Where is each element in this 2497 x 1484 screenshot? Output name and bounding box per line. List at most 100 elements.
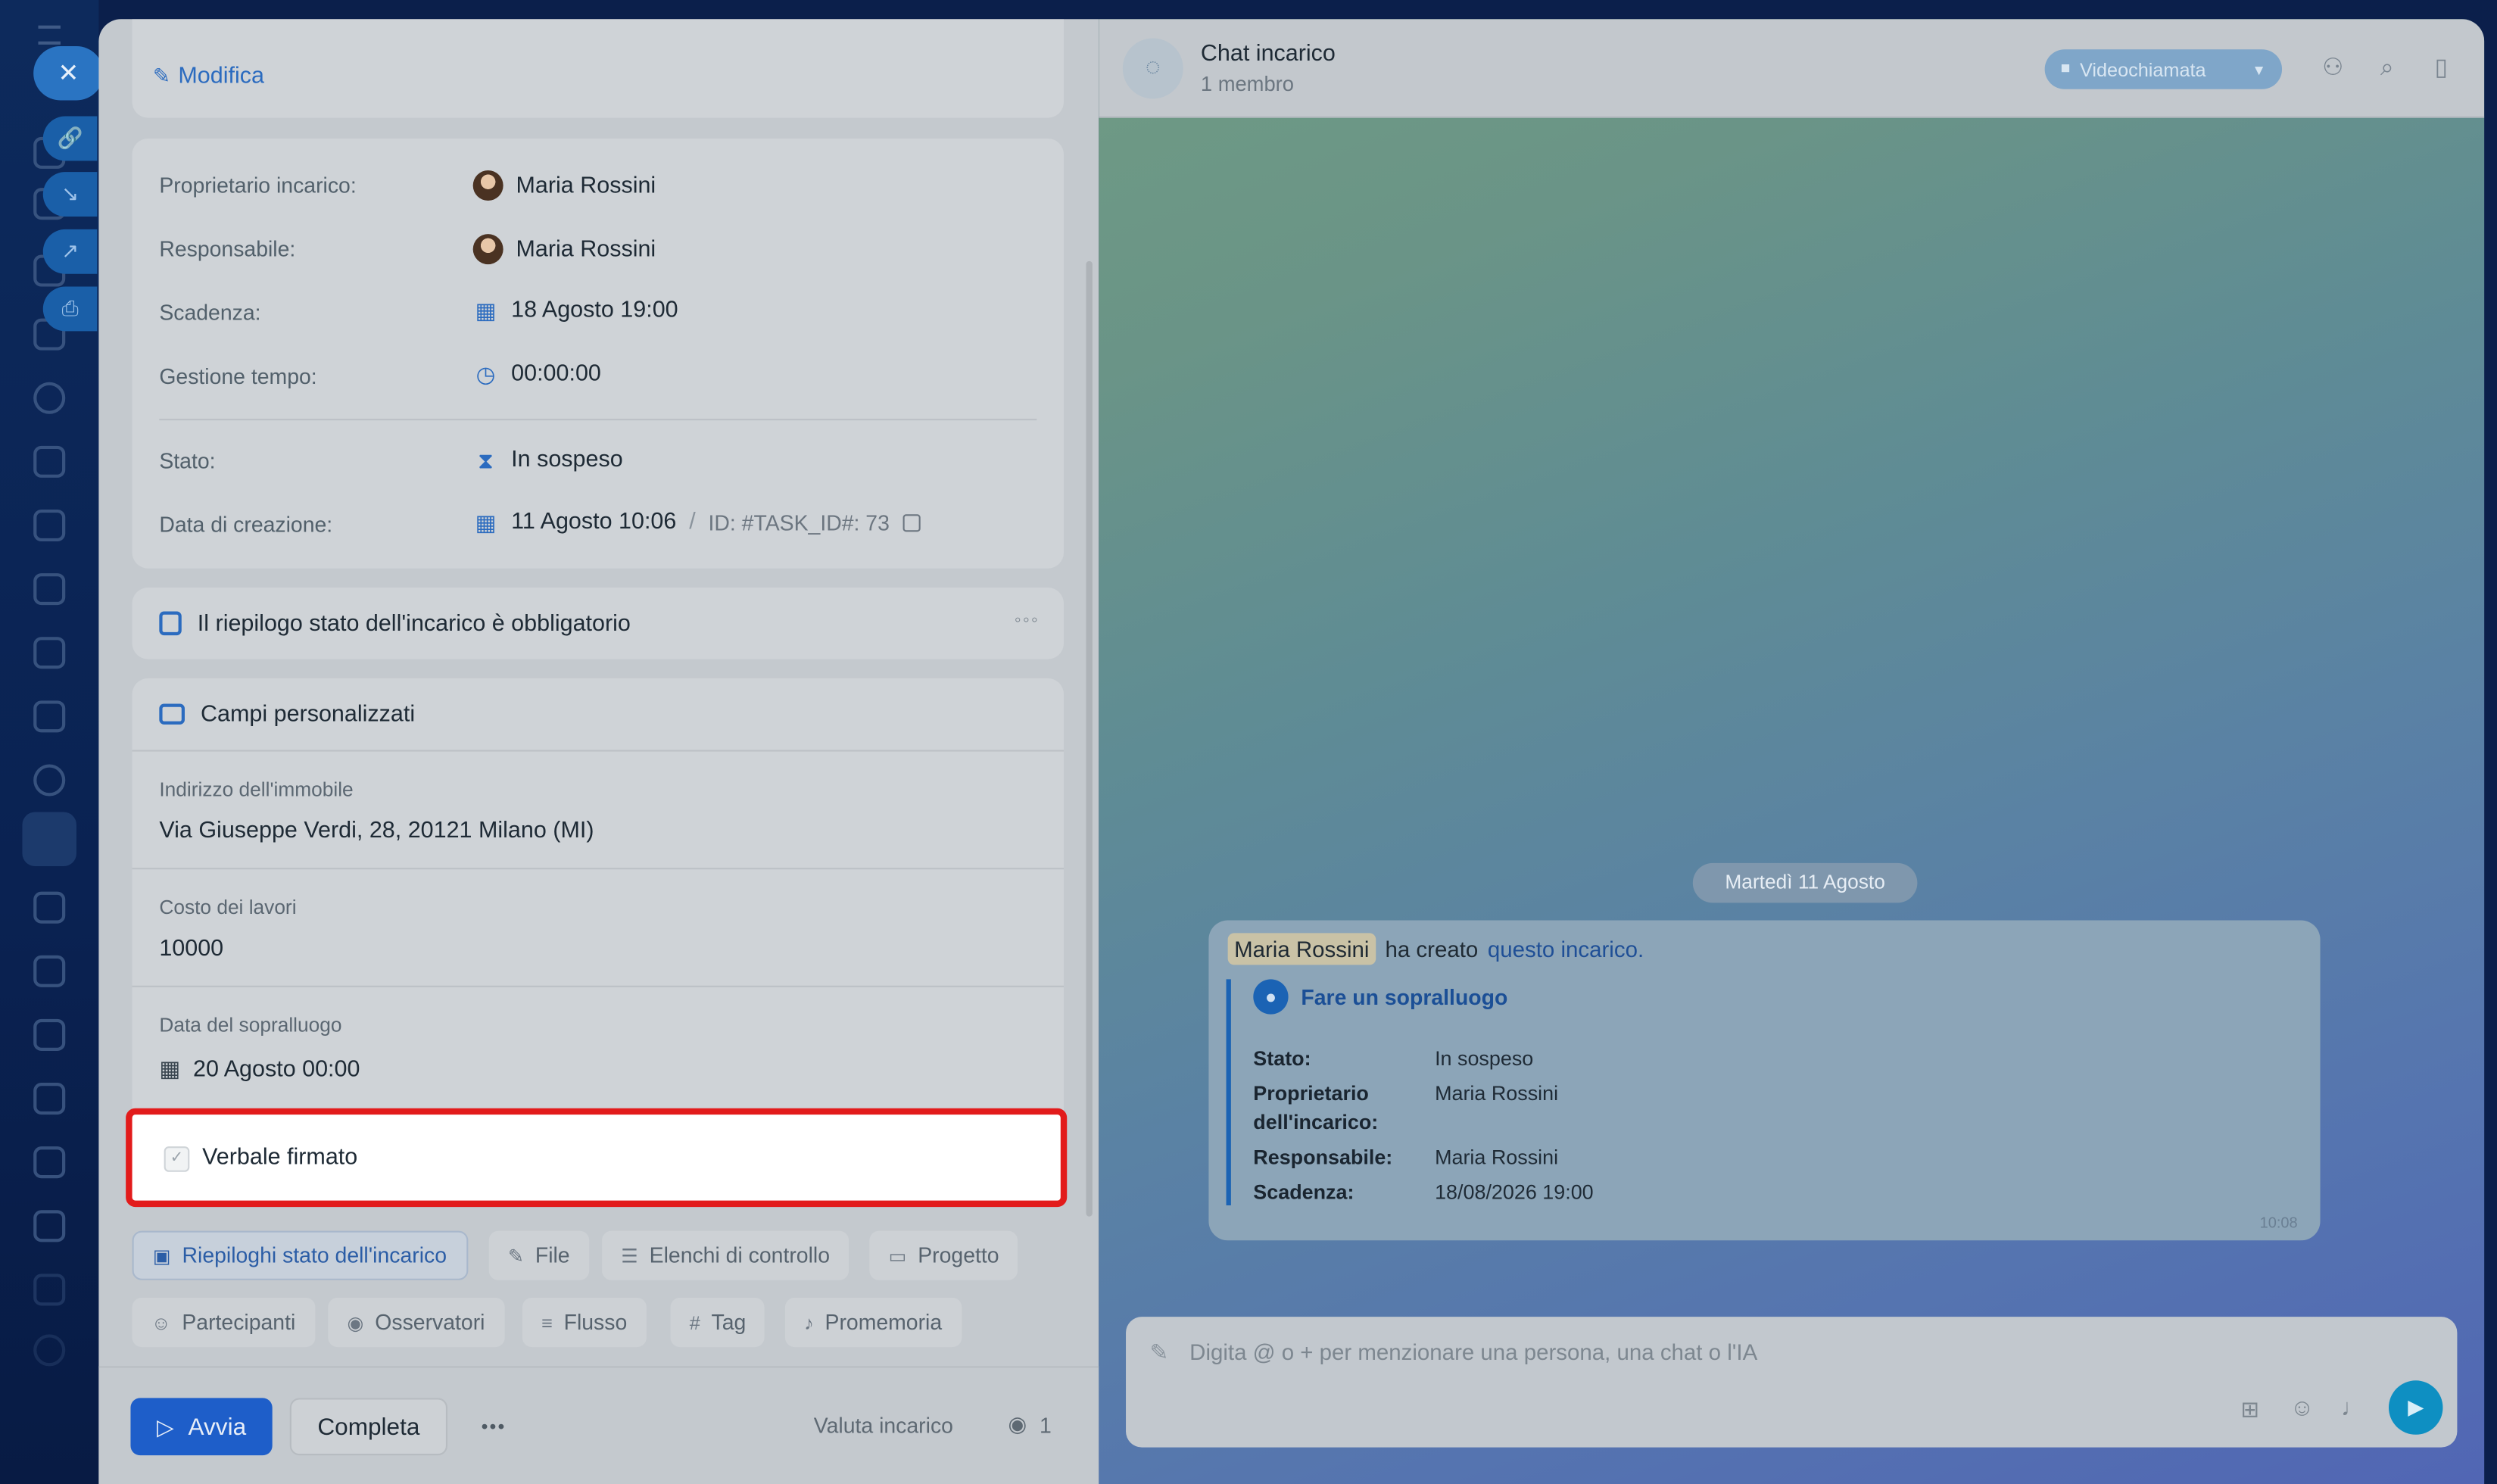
complete-button[interactable]: Completa (289, 1398, 448, 1456)
message-author[interactable]: Maria Rossini (1227, 933, 1376, 965)
more-actions-button[interactable]: ••• (462, 1398, 525, 1455)
contacts-icon[interactable] (33, 764, 66, 797)
chat-header: ◌ Chat incarico 1 membro ■ Videochiamata… (1099, 19, 2485, 118)
pencil-icon: ✎ (152, 64, 170, 88)
visit-date-label: Data del sopralluogo (159, 1014, 342, 1037)
paperclip-icon[interactable]: ✎ (1150, 1339, 1169, 1367)
tab-flow[interactable]: ≡ Flusso (522, 1297, 647, 1348)
chat-title: Chat incarico (1200, 41, 1336, 67)
summary-required-banner[interactable]: Il riepilogo stato dell'incarico è obbli… (132, 588, 1065, 659)
custom-fields-icon (159, 703, 185, 725)
apps-icon[interactable] (33, 1274, 66, 1306)
visit-date-value[interactable]: ▦ 20 Agosto 00:00 (159, 1055, 360, 1083)
monitor-icon[interactable] (33, 1210, 66, 1242)
eye-icon: ◉ (1008, 1412, 1027, 1436)
emoji-icon[interactable]: ☺ (2290, 1395, 2315, 1422)
building-icon[interactable] (33, 1146, 66, 1179)
tab-status-summaries[interactable]: ▣ Riepiloghi stato dell'incarico (132, 1230, 468, 1280)
time-tracking-value[interactable]: ◷ 00:00:00 (473, 361, 601, 387)
grid-icon[interactable]: ⊞ (2240, 1396, 2259, 1423)
video-call-button[interactable]: ■ Videochiamata ▼ (2044, 49, 2283, 89)
menu-icon[interactable] (38, 25, 61, 45)
deadline-value[interactable]: ▦ 18 Agosto 19:00 (473, 298, 678, 323)
bell-icon: ♪ (804, 1311, 814, 1334)
created-value: ▦ 11 Agosto 10:06 / ID: #TASK_ID#: 73 (473, 510, 920, 535)
divider (132, 868, 1065, 870)
start-button[interactable]: ▷ Avvia (130, 1398, 273, 1456)
summary-icon: ▣ (152, 1244, 171, 1267)
edit-card: ✎ Modifica (132, 19, 1065, 118)
copy-link-icon[interactable]: 🔗 (42, 116, 98, 161)
signed-report-label: Verbale firmato (202, 1145, 358, 1171)
open-new-window-icon[interactable]: ↗ (42, 229, 98, 274)
send-button[interactable]: ▶ (2388, 1380, 2443, 1435)
divider (132, 750, 1065, 752)
tab-reminders[interactable]: ♪ Promemoria (784, 1297, 962, 1348)
microphone-icon[interactable]: ♩ (2341, 1395, 2365, 1422)
document-icon[interactable] (33, 509, 66, 542)
cart-icon[interactable] (33, 955, 66, 987)
hexagon-icon[interactable] (33, 382, 66, 414)
print-icon[interactable]: ⎙ (42, 286, 98, 332)
tab-project[interactable]: ▭ Progetto (869, 1230, 1018, 1280)
divider (159, 419, 1037, 421)
more-icon[interactable] (33, 1334, 66, 1367)
owner-value[interactable]: Maria Rossini (472, 170, 656, 201)
add-user-icon[interactable]: ⚇ (2318, 55, 2347, 83)
tab-files[interactable]: ✎ File (488, 1230, 589, 1280)
search-icon[interactable]: ⌕ (2373, 55, 2402, 83)
hourglass-icon: ⧗ (478, 447, 494, 473)
copy-icon[interactable] (902, 513, 920, 532)
deadline-label: Scadenza: (159, 301, 261, 326)
edit-link[interactable]: ✎ Modifica (153, 64, 264, 89)
tab-participants[interactable]: ☺ Partecipanti (132, 1297, 315, 1348)
minimize-icon[interactable]: ↘ (42, 172, 98, 217)
filter-icon[interactable] (33, 891, 66, 924)
status-label: Stato: (159, 449, 216, 473)
tab-checklists[interactable]: ☰ Elenchi di controllo (602, 1230, 849, 1280)
avatar (472, 170, 503, 201)
task-chat: ◌ Chat incarico 1 membro ■ Videochiamata… (1099, 19, 2485, 1484)
cost-label: Costo dei lavori (159, 896, 297, 919)
address-value[interactable]: Via Giuseppe Verdi, 28, 20121 Milano (MI… (159, 818, 594, 844)
board-icon[interactable] (33, 573, 66, 606)
active-tasks-icon[interactable] (22, 812, 76, 867)
close-slider-button[interactable]: ✕ (33, 45, 104, 101)
signed-report-field[interactable]: ✓ Verbale firmato (126, 1108, 1068, 1208)
more-options-icon[interactable]: ◦◦◦ (1015, 608, 1040, 630)
sidebar-toggle-icon[interactable]: ▯ (2427, 55, 2455, 83)
mail-icon[interactable] (33, 700, 66, 733)
task-fields-card: Proprietario incarico: Maria Rossini Res… (132, 138, 1065, 569)
address-label: Indirizzo dell'immobile (159, 778, 354, 801)
scrollbar[interactable] (1086, 260, 1093, 1217)
message-input[interactable]: Digita @ o + per menzionare una persona,… (1189, 1339, 1757, 1365)
status-value: ⧗ In sospeso (473, 447, 623, 473)
tab-observers[interactable]: ◉ Osservatori (328, 1297, 504, 1348)
calendar-icon: ▦ (159, 1055, 181, 1081)
calendar-check-icon: ▦ (475, 509, 497, 535)
tab-tag[interactable]: # Tag (670, 1297, 765, 1348)
folder-icon: ▭ (888, 1244, 907, 1267)
assignee-value[interactable]: Maria Rossini (472, 234, 656, 265)
robot-icon[interactable] (33, 1018, 66, 1051)
cost-value[interactable]: 10000 (159, 937, 223, 962)
message-composer: ✎ Digita @ o + per menzionare una person… (1126, 1317, 2458, 1448)
signed-report-checkbox[interactable]: ✓ (164, 1146, 190, 1172)
flow-icon: ≡ (541, 1311, 553, 1334)
drive-icon[interactable] (33, 637, 66, 669)
grid-icon[interactable] (33, 1083, 66, 1115)
system-message: Maria Rossini ha creato questo incarico.… (1208, 920, 2321, 1241)
task-card-title[interactable]: ● Fare un sopralluogo (1253, 979, 1507, 1015)
checklist-icon: ☰ (621, 1244, 638, 1267)
task-link[interactable]: questo incarico. (1488, 937, 1644, 962)
task-footer: ▷ Avvia Completa ••• Valuta incarico ◉ 1 (98, 1366, 1099, 1484)
eye-icon: ◉ (347, 1311, 364, 1334)
viewers-counter[interactable]: ◉ 1 (1008, 1412, 1051, 1438)
hash-icon: # (689, 1311, 700, 1334)
rate-task-link[interactable]: Valuta incarico (814, 1414, 953, 1438)
chat-member-count[interactable]: 1 membro (1201, 72, 1294, 96)
date-badge: Martedì 11 Agosto (1692, 862, 1918, 903)
calendar-icon[interactable] (33, 445, 66, 478)
summary-icon (159, 611, 182, 636)
custom-fields-title: Campi personalizzati (201, 702, 416, 728)
